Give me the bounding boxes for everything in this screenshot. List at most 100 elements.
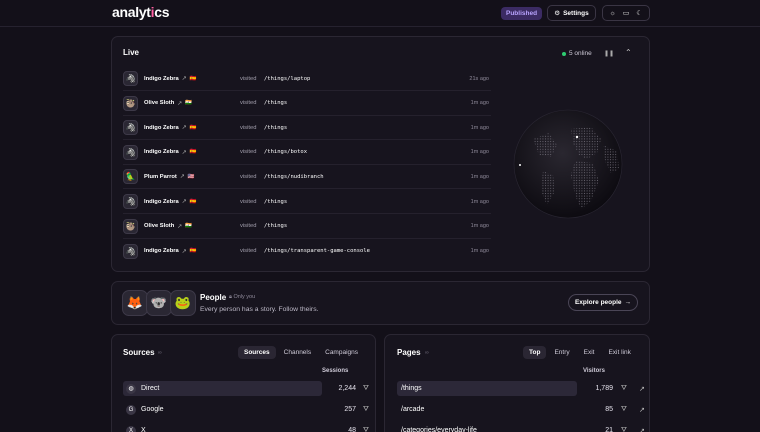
visitor-avatar: 🦓 [123, 144, 138, 160]
explore-people-button[interactable]: Explore people → [568, 294, 638, 311]
visited-path[interactable]: /things [264, 199, 287, 205]
tab-campaigns[interactable]: Campaigns [319, 346, 364, 359]
external-link-icon[interactable]: ↗ [639, 385, 645, 393]
tab-sources[interactable]: Sources [238, 346, 276, 359]
moon-icon[interactable]: ☾ [636, 9, 642, 17]
visit-row[interactable]: 🦓 Indigo Zebra ↗ 🇪🇸 visited/things 1m ago [123, 190, 491, 214]
visitor-name[interactable]: Indigo Zebra [144, 248, 179, 254]
visit-time: 1m ago [470, 248, 489, 255]
visited-path[interactable]: /things/botox [264, 149, 307, 155]
list-item[interactable]: /things 1,789 ⛛ ↗ [397, 381, 647, 396]
online-dot-icon [562, 51, 566, 56]
row-value: 85 [605, 406, 613, 413]
visitor-name[interactable]: Olive Sloth [144, 100, 174, 106]
visitor-name[interactable]: Indigo Zebra [144, 199, 179, 205]
visit-row[interactable]: 🦓 Indigo Zebra ↗ 🇪🇸 visited/things 1m ago [123, 116, 491, 141]
visited-label: visited [240, 124, 257, 131]
external-link-icon[interactable]: ↗ [177, 100, 182, 107]
row-label: /things [401, 385, 422, 392]
visitors-column-header[interactable]: Visitors [583, 368, 605, 374]
external-link-icon[interactable]: ↗ [177, 223, 182, 230]
visited-path[interactable]: /things/transparent-game-console [264, 248, 370, 254]
country-flag-icon: 🇮🇳 [185, 100, 193, 107]
count-icon: ∞ [158, 350, 162, 356]
visited-label: visited [240, 248, 257, 255]
country-flag-icon: 🇪🇸 [189, 149, 197, 156]
settings-button[interactable]: ⚙ Settings [547, 5, 596, 21]
row-value: 257 [344, 406, 356, 413]
filter-icon[interactable]: ⛛ [363, 406, 369, 414]
row-label: Direct [141, 385, 160, 392]
top-bar: analytics Published ⚙ Settings ☼ ▭ ☾ [0, 0, 760, 27]
country-flag-icon: 🇪🇸 [189, 198, 197, 205]
visit-time: 1m ago [470, 149, 489, 156]
globe-visualization[interactable] [513, 109, 623, 219]
source-icon: G [126, 404, 136, 415]
external-link-icon[interactable]: ↗ [639, 427, 645, 432]
sessions-column-header[interactable]: Sessions [322, 368, 348, 374]
visit-row[interactable]: 🦥 Olive Sloth ↗ 🇮🇳 visited/things 1m ago [123, 215, 491, 239]
list-item[interactable]: /arcade 85 ⛛ ↗ [397, 402, 647, 417]
app-logo[interactable]: analytics [112, 4, 170, 20]
visitor-name[interactable]: Indigo Zebra [144, 76, 179, 82]
visited-path[interactable]: /things [264, 223, 287, 229]
list-item[interactable]: G Google 257 ⛛ [123, 402, 373, 417]
visitor-name[interactable]: Olive Sloth [144, 223, 174, 229]
tab-exit[interactable]: Exit [578, 346, 601, 359]
person-avatar[interactable]: 🦊 [122, 290, 148, 316]
filter-icon[interactable]: ⛛ [363, 385, 369, 393]
share-bar [397, 381, 577, 396]
pause-icon[interactable]: ❚❚ [604, 50, 614, 57]
external-link-icon[interactable]: ↗ [182, 198, 187, 205]
visited-path[interactable]: /things [264, 125, 287, 131]
visit-row[interactable]: 🦜 Plum Parrot ↗ 🇺🇸 visited/things/nudibranch… [123, 165, 491, 190]
source-icon: X [126, 425, 136, 432]
list-item[interactable]: ◍ Direct 2,244 ⛛ [123, 381, 373, 396]
tab-channels[interactable]: Channels [278, 346, 317, 359]
filter-icon[interactable]: ⛛ [621, 406, 627, 414]
filter-icon[interactable]: ⛛ [363, 427, 369, 432]
explore-label: Explore people [574, 299, 622, 306]
people-card: 🦊 🐨 🐸 People 🔒︎ Only you Every person has … [111, 281, 650, 325]
sun-icon[interactable]: ☼ [609, 10, 615, 17]
tab-top[interactable]: Top [523, 346, 547, 359]
external-link-icon[interactable]: ↗ [639, 406, 645, 414]
list-item[interactable]: X X 48 ⛛ [123, 423, 373, 432]
visited-path[interactable]: /things/laptop [264, 76, 310, 82]
monitor-icon[interactable]: ▭ [623, 9, 630, 17]
tab-entry[interactable]: Entry [548, 346, 575, 359]
published-badge[interactable]: Published [501, 7, 543, 20]
visit-row[interactable]: 🦓 Indigo Zebra ↗ 🇪🇸 visited/things/botox 1m a… [123, 141, 491, 165]
visitor-name[interactable]: Indigo Zebra [144, 149, 179, 155]
filter-icon[interactable]: ⛛ [621, 385, 627, 393]
person-avatar[interactable]: 🐸 [170, 290, 196, 316]
chevron-up-icon[interactable]: ⌃ [625, 48, 632, 57]
visit-row[interactable]: 🦓 Indigo Zebra ↗ 🇪🇸 visited/things/laptop 21s… [123, 67, 491, 91]
visit-time: 1m ago [470, 173, 489, 180]
country-flag-icon: 🇪🇸 [189, 248, 197, 255]
only-you-text: Only you [233, 294, 256, 300]
external-link-icon[interactable]: ↗ [180, 173, 185, 180]
visit-row[interactable]: 🦥 Olive Sloth ↗ 🇮🇳 visited/things 1m ago [123, 92, 491, 116]
external-link-icon[interactable]: ↗ [182, 248, 187, 255]
row-value: 21 [605, 427, 613, 432]
visit-time: 1m ago [470, 124, 489, 131]
online-count: 5 online [569, 50, 592, 57]
row-label: X [141, 427, 146, 432]
tab-exit-link[interactable]: Exit link [602, 346, 636, 359]
row-value: 1,789 [595, 385, 613, 392]
list-item[interactable]: /categories/everyday-life 21 ⛛ ↗ [397, 423, 647, 432]
sources-tabs: Sources Channels Campaigns [238, 346, 364, 359]
filter-icon[interactable]: ⛛ [621, 427, 627, 432]
visit-row[interactable]: 🦓 Indigo Zebra ↗ 🇪🇸 visited/things/transpare… [123, 239, 491, 263]
external-link-icon[interactable]: ↗ [182, 149, 187, 156]
only-you-label: 🔒︎ Only you [229, 294, 255, 301]
visitor-name[interactable]: Indigo Zebra [144, 125, 179, 131]
external-link-icon[interactable]: ↗ [182, 124, 187, 131]
visitor-name[interactable]: Plum Parrot [144, 174, 177, 180]
live-title: Live [123, 48, 140, 57]
visited-path[interactable]: /things [264, 100, 287, 106]
external-link-icon[interactable]: ↗ [182, 75, 187, 82]
visited-path[interactable]: /things/nudibranch [264, 174, 324, 180]
person-avatar[interactable]: 🐨 [146, 290, 172, 316]
